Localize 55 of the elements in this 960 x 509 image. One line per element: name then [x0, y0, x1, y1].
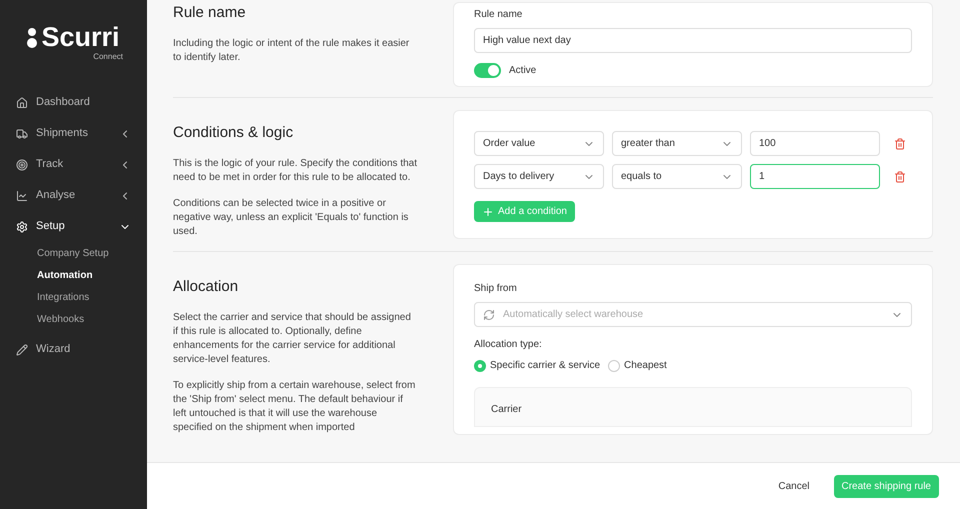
- select-field[interactable]: equals to: [612, 164, 742, 189]
- section-title: Allocation: [173, 277, 240, 297]
- nav-item[interactable]: Setup: [0, 211, 147, 242]
- radio-button[interactable]: [474, 360, 486, 372]
- section-description: Conditions can be selected twice in a positive or negative way, unless an explicit 'Equals to' function is used.: [173, 196, 410, 238]
- nav-label: Shipments: [36, 126, 89, 142]
- radio-option[interactable]: Cheapest: [608, 358, 667, 373]
- nav-label: Wizard: [36, 342, 72, 358]
- nav-item[interactable]: Track: [0, 149, 147, 180]
- nav-subitem[interactable]: Company Setup: [0, 242, 147, 264]
- nav-item[interactable]: Analyse: [0, 180, 147, 211]
- section-description: Select the carrier and service that should be assigned if this rule is allocated to. Optionally, define enhancements for the carrier service for additional service-level features.: [173, 310, 412, 366]
- section-title: Rule name: [173, 3, 247, 23]
- field-label: Rule name: [474, 8, 524, 22]
- settings-icon: [16, 220, 28, 232]
- pencil-icon: [16, 344, 28, 356]
- nav-item[interactable]: Dashboard: [0, 87, 147, 118]
- section-title: Conditions & logic: [173, 123, 294, 143]
- select-field[interactable]: Order value: [474, 131, 604, 156]
- field-label: Ship from: [474, 282, 518, 296]
- nav-subitem[interactable]: Webhooks: [0, 308, 147, 330]
- radio-button[interactable]: [608, 360, 620, 372]
- radio-option[interactable]: Specific carrier & service: [474, 358, 600, 373]
- cancel-button[interactable]: Cancel: [770, 474, 818, 498]
- truck-icon: [16, 128, 28, 140]
- line-chart-icon: [16, 190, 28, 202]
- field-label: Carrier: [491, 404, 522, 415]
- nav-item[interactable]: Wizard: [0, 334, 147, 365]
- home-icon: [16, 96, 28, 108]
- input-field[interactable]: 100: [750, 131, 880, 156]
- nav-subitem[interactable]: Automation: [0, 264, 147, 286]
- toggle-switch[interactable]: [474, 63, 501, 78]
- input-field[interactable]: 1: [750, 164, 880, 189]
- nav-label: Dashboard: [36, 95, 91, 110]
- plus-icon: [482, 206, 494, 218]
- refresh-icon: [483, 308, 495, 320]
- section-description: To explicitly ship from a certain warehouse, select from the 'Ship from' select menu. The default behaviour if left untouched is that it will use the warehouse specified on the shipment when imported: [173, 378, 416, 434]
- nav-label: Track: [36, 157, 64, 172]
- nav-item[interactable]: Shipments: [0, 118, 147, 149]
- toggle-label: Active: [509, 64, 536, 78]
- nav-label: Setup: [36, 219, 66, 234]
- select-field[interactable]: greater than: [612, 131, 742, 156]
- field-label: Allocation type:: [474, 338, 543, 352]
- logo-subtitle: Connect: [93, 51, 123, 63]
- logo-text: Scurri: [41, 24, 120, 51]
- section-description: This is the logic of your rule. Specify the conditions that need to be met in order for this rule to be allocated to.: [173, 156, 418, 184]
- delete-icon[interactable]: [894, 170, 906, 182]
- select-field[interactable]: Days to delivery: [474, 164, 604, 189]
- nav-subitem[interactable]: Integrations: [0, 286, 147, 308]
- delete-icon[interactable]: [894, 138, 906, 150]
- nav-label: Analyse: [36, 188, 76, 204]
- logo-dots-icon: [27, 26, 38, 48]
- section-description: Including the logic or intent of the rule makes it easier to identify later.: [173, 36, 410, 64]
- target-icon: [16, 158, 28, 170]
- input-field[interactable]: High value next day: [474, 28, 912, 53]
